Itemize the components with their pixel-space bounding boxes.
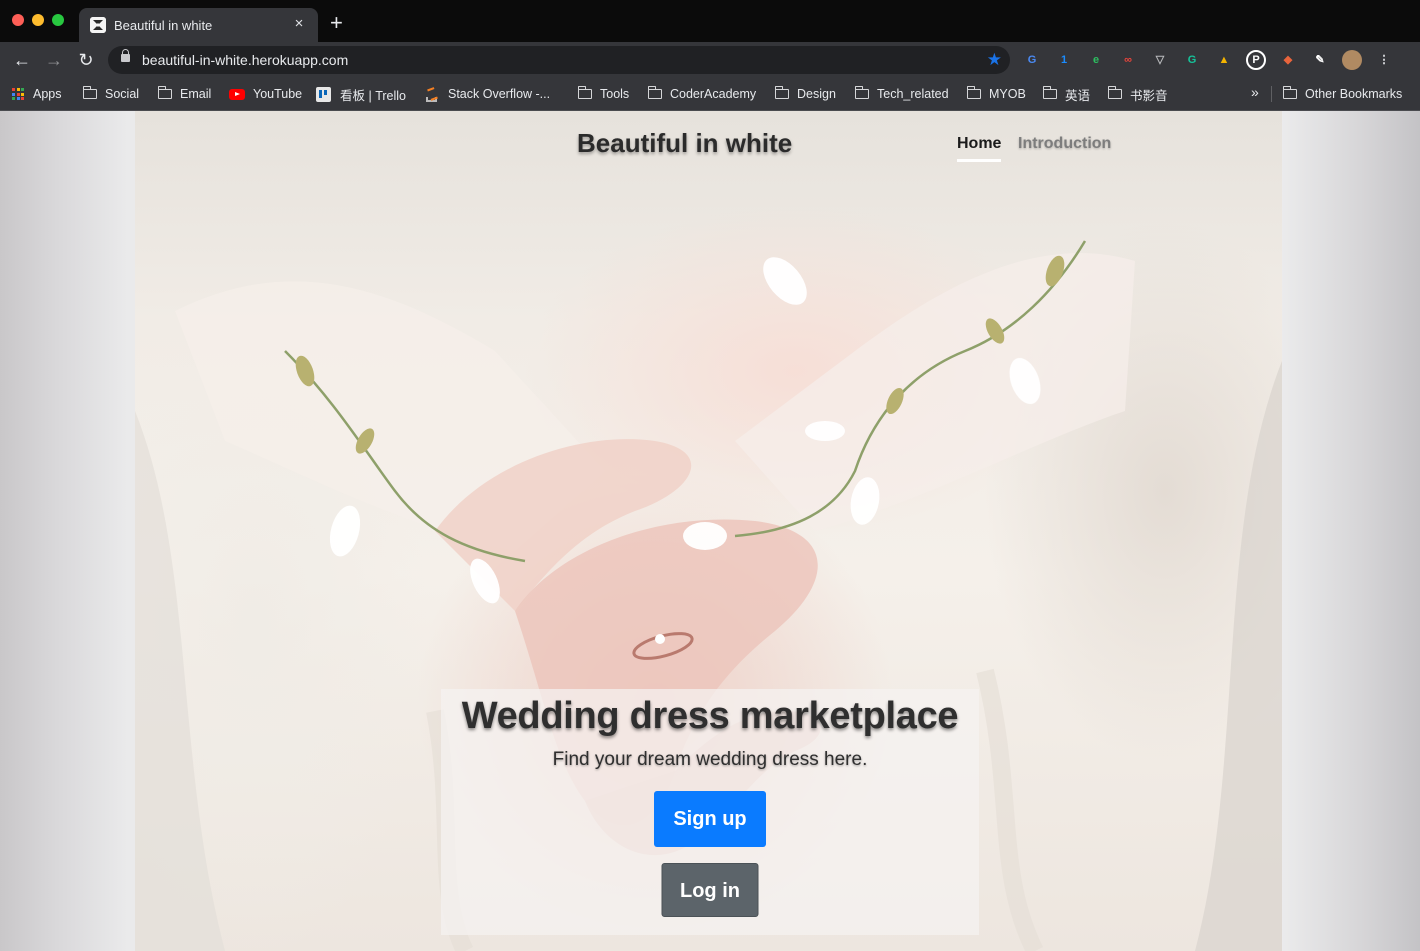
bookmarks-divider: [1271, 86, 1272, 102]
pocket-icon[interactable]: ▽: [1150, 50, 1170, 70]
infinity-icon[interactable]: ∞: [1118, 50, 1138, 70]
back-arrow-icon[interactable]: ←: [12, 50, 32, 70]
menu-kebab-icon[interactable]: ⋮: [1374, 50, 1394, 70]
trello-icon: [316, 86, 331, 102]
page-viewport: Beautiful in white Home Introduction Wed…: [0, 111, 1420, 951]
bookmark-label: YouTube: [253, 87, 303, 101]
bookmark-item[interactable]: 英语: [1042, 84, 1091, 104]
lock-icon[interactable]: [121, 49, 130, 62]
bookmark-label: 看板 | Trello: [340, 88, 406, 103]
address-bar[interactable]: beautiful-in-white.herokuapp.com ★: [108, 46, 1010, 74]
folder-icon: [157, 86, 172, 99]
bookmark-item[interactable]: Design: [774, 84, 836, 104]
bookmark-label: Email: [180, 87, 212, 101]
nav-link-home[interactable]: Home: [957, 135, 1002, 162]
bookmark-label: Social: [105, 87, 140, 101]
folder-icon: [1042, 86, 1057, 99]
bookmark-item[interactable]: CoderAcademy: [647, 84, 757, 104]
bookmark-other-bookmarks[interactable]: Other Bookmarks: [1282, 84, 1403, 104]
stackoverflow-icon: [425, 87, 439, 102]
bookmark-label: 书影音: [1130, 88, 1168, 103]
youtube-icon: [229, 88, 245, 100]
nav-link-introduction[interactable]: Introduction: [1018, 135, 1111, 153]
folder-icon: [1282, 86, 1297, 99]
google-translate-icon[interactable]: G: [1022, 50, 1042, 70]
site-favicon-icon: [90, 17, 106, 33]
url-text[interactable]: beautiful-in-white.herokuapp.com: [142, 52, 348, 68]
hero-title: Wedding dress marketplace: [461, 695, 959, 737]
tab-close-icon[interactable]: ×: [290, 15, 308, 32]
browser-toolbar: ← → ↻ beautiful-in-white.herokuapp.com ★…: [0, 42, 1420, 78]
bookmark-item[interactable]: Social: [82, 84, 140, 104]
folder-icon: [774, 86, 789, 99]
bookmark-item[interactable]: Apps: [12, 84, 62, 104]
bookmark-label: 英语: [1065, 88, 1091, 103]
pen-extension-icon[interactable]: ✎: [1310, 50, 1330, 70]
bookmark-item[interactable]: MYOB: [966, 84, 1026, 104]
login-button[interactable]: Log in: [661, 863, 759, 917]
hero-subtitle: Find your dream wedding dress here.: [552, 749, 868, 770]
apps-grid-icon: [12, 88, 24, 100]
new-tab-button[interactable]: +: [330, 12, 343, 34]
bookmark-item[interactable]: Tools: [577, 84, 630, 104]
bookmarks-bar: Apps Social Email YouTube 看板 | Trello Stack O…: [0, 78, 1420, 111]
tab-title: Beautiful in white: [114, 18, 213, 33]
forward-arrow-icon[interactable]: →: [44, 50, 64, 70]
browser-chrome: Beautiful in white × + ← → ↻ beautiful-i…: [0, 0, 1420, 111]
bookmark-item[interactable]: Email: [157, 84, 212, 104]
profile-avatar[interactable]: [1342, 50, 1362, 70]
bookmark-label: MYOB: [989, 87, 1026, 101]
window-minimize-button[interactable]: [32, 14, 44, 26]
bookmark-item[interactable]: Tech_related: [854, 84, 949, 104]
bookmark-item[interactable]: YouTube: [229, 84, 302, 104]
folder-icon: [82, 86, 97, 99]
evernote-icon[interactable]: e: [1086, 50, 1106, 70]
site-brand[interactable]: Beautiful in white: [577, 128, 792, 159]
title-bar: Beautiful in white × +: [0, 0, 1420, 42]
ublock-icon[interactable]: ◆: [1278, 50, 1298, 70]
hero-panel: Wedding dress marketplace Find your drea…: [441, 689, 979, 935]
folder-icon: [966, 86, 981, 99]
bookmark-label: Apps: [33, 87, 62, 101]
folder-icon: [854, 86, 869, 99]
bookmark-label: Design: [797, 87, 836, 101]
onepassword-icon[interactable]: 1: [1054, 50, 1074, 70]
pinterest-icon[interactable]: P: [1246, 50, 1266, 70]
window-zoom-button[interactable]: [52, 14, 64, 26]
grammarly-icon[interactable]: G: [1182, 50, 1202, 70]
bookmark-label: Tools: [600, 87, 630, 101]
signup-button[interactable]: Sign up: [654, 791, 766, 847]
browser-tab[interactable]: Beautiful in white ×: [79, 8, 318, 42]
google-drive-icon[interactable]: ▲: [1214, 50, 1234, 70]
bookmark-item[interactable]: 看板 | Trello: [316, 84, 406, 104]
bookmark-item[interactable]: 书影音: [1107, 84, 1168, 104]
folder-icon: [1107, 86, 1122, 99]
folder-icon: [647, 86, 662, 99]
window-close-button[interactable]: [12, 14, 24, 26]
bookmark-label: Other Bookmarks: [1305, 87, 1403, 101]
bookmark-label: CoderAcademy: [670, 87, 757, 101]
more-bookmarks-chevron-icon[interactable]: »: [1251, 84, 1259, 100]
bookmark-label: Tech_related: [877, 87, 949, 101]
bookmark-star-icon[interactable]: ★: [987, 50, 1002, 70]
bookmark-label: Stack Overflow -...: [448, 87, 551, 101]
bookmark-item[interactable]: Stack Overflow -...: [425, 84, 550, 104]
folder-icon: [577, 86, 592, 99]
reload-icon[interactable]: ↻: [76, 50, 96, 70]
